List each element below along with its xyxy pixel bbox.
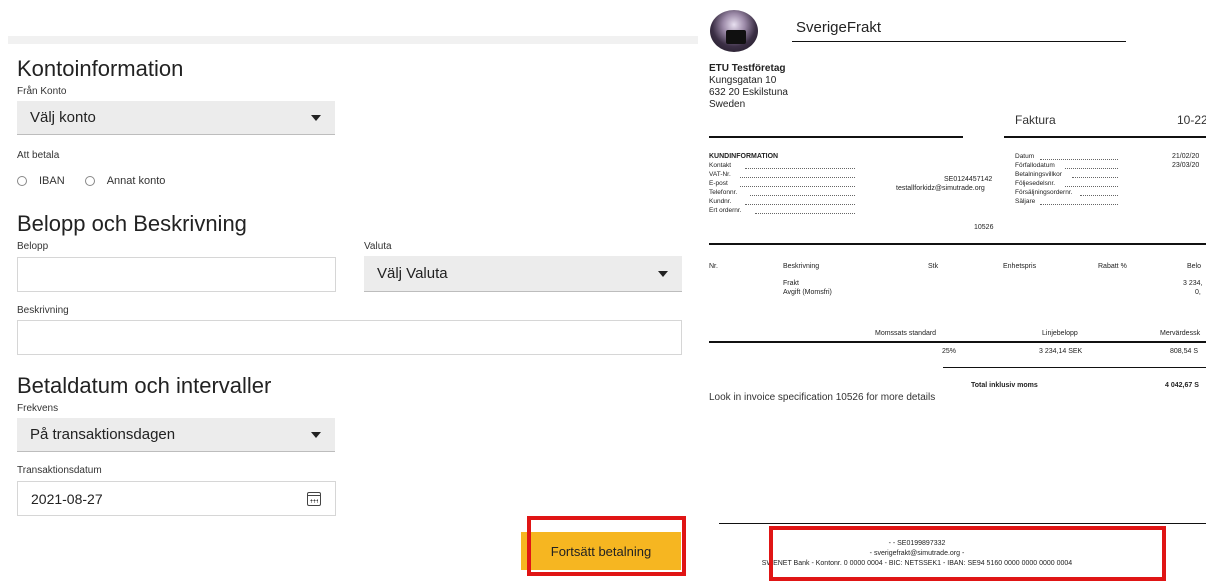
date-section-title: Betaldatum och intervaller [17, 373, 272, 398]
header-rule [792, 41, 1126, 42]
account-section-title: Kontoinformation [17, 56, 184, 81]
description-label: Beskrivning [17, 305, 69, 316]
radio-iban-label[interactable]: IBAN [39, 175, 65, 187]
vat-rate-value: 25% [942, 348, 957, 355]
line-header-description: Beskrivning [783, 263, 820, 270]
form-top-bar [8, 36, 698, 44]
transaction-date-label: Transaktionsdatum [17, 465, 102, 476]
recipient-name: ETU Testföretag [709, 63, 786, 74]
customer-vat-value: SE0124457142 [944, 176, 993, 183]
radio-other-account[interactable] [84, 176, 95, 186]
vat-amount-value: 808,54 S [1170, 348, 1199, 355]
line-1-amount: 3 234, [1183, 280, 1203, 287]
currency-label: Valuta [364, 241, 392, 252]
line-header-nr: Nr. [709, 263, 718, 270]
customer-label-order-no: Ert ordernr. [709, 207, 742, 214]
invoice-label-sales-order: Försäljningsordernr. [1015, 189, 1073, 196]
highlight-box-footer [769, 526, 1166, 581]
recipient-city: 632 20 Eskilstuna [709, 87, 788, 98]
payment-form: Kontoinformation Från Konto Välj konto A… [0, 0, 700, 581]
rule-info-end [709, 243, 1206, 245]
chevron-down-icon [658, 270, 668, 277]
invoice-document: SverigeFrakt ETU Testföretag Kungsgatan … [700, 0, 1206, 581]
calendar-icon[interactable] [307, 491, 321, 506]
customer-label-phone: Telefonnr. [709, 189, 738, 196]
frequency-label: Frekvens [17, 403, 59, 414]
rule-left [709, 136, 963, 138]
customer-email-value: testallforkidz@simutrade.org [896, 185, 985, 192]
recipient-street: Kungsgatan 10 [709, 75, 777, 86]
transaction-date-value: 2021-08-27 [31, 490, 103, 507]
recipient-country: Sweden [709, 99, 746, 110]
customer-label-vat: VAT-Nr. [709, 171, 731, 178]
customer-label-customer-no: Kundnr. [709, 198, 732, 205]
company-logo [710, 10, 758, 52]
from-account-label: Från Konto [17, 86, 67, 97]
highlight-box-button [527, 516, 686, 576]
chevron-down-icon [311, 431, 321, 438]
radio-other-account-label[interactable]: Annat konto [107, 175, 166, 187]
line-header-unit-price: Enhetspris [1003, 263, 1037, 270]
frequency-select[interactable]: På transaktionsdagen [17, 418, 335, 452]
footer-rule [719, 523, 1206, 524]
vat-header-line-amount: Linjebelopp [1042, 330, 1078, 337]
from-account-select[interactable]: Välj konto [17, 101, 335, 135]
line-2-amount: 0, [1195, 289, 1201, 296]
transaction-date-input[interactable]: 2021-08-27 [17, 481, 336, 516]
payment-type-radio-group: IBAN Annat konto [17, 175, 185, 187]
vat-header-rate: Momssats standard [875, 330, 937, 337]
total-value: 4 042,67 S [1165, 382, 1199, 389]
frequency-value: På transaktionsdagen [30, 426, 176, 443]
invoice-label-terms: Betalningsvillkor [1015, 171, 1062, 178]
customer-info-heading: KUNDINFORMATION [709, 153, 779, 160]
doc-type: Faktura [1015, 113, 1056, 127]
chevron-down-icon [311, 114, 321, 121]
vat-line-amount-value: 3 234,14 SEK [1039, 348, 1083, 355]
total-label: Total inklusiv moms [971, 382, 1038, 389]
rule-vat [709, 341, 1206, 343]
to-pay-label: Att betala [17, 150, 60, 161]
line-1-description: Frakt [783, 280, 799, 287]
invoice-label-due: Förfallodatum [1015, 162, 1055, 169]
customer-order-value: 10526 [974, 224, 994, 231]
vat-header-vat: Mervärdessk [1160, 330, 1201, 337]
rule-vat-end [943, 367, 1206, 368]
invoice-date-value: 21/02/20 [1172, 153, 1200, 160]
doc-number: 10-22 [1177, 113, 1206, 127]
invoice-label-seller: Säljare [1015, 198, 1036, 205]
line-header-discount: Rabatt % [1098, 263, 1127, 270]
company-name: SverigeFrakt [796, 19, 882, 36]
currency-value: Välj Valuta [377, 265, 448, 282]
invoice-label-date: Datum [1015, 153, 1035, 160]
amount-label: Belopp [17, 241, 49, 252]
invoice-due-value: 23/03/20 [1172, 162, 1200, 169]
line-header-amount: Belo [1187, 263, 1202, 270]
invoice-label-delivery-note: Följesedelsnr. [1015, 180, 1056, 187]
rule-right [1004, 136, 1206, 138]
radio-iban[interactable] [17, 176, 27, 186]
description-input[interactable] [17, 320, 682, 355]
from-account-value: Välj konto [30, 109, 96, 126]
line-2-description: Avgift (Momsfri) [783, 289, 832, 296]
customer-label-contact: Kontakt [709, 162, 732, 169]
amount-section-title: Belopp och Beskrivning [17, 211, 247, 236]
invoice-note: Look in invoice specification 10526 for … [709, 392, 936, 403]
currency-select[interactable]: Välj Valuta [364, 256, 682, 292]
line-header-qty: Stk [928, 263, 939, 270]
amount-input[interactable] [17, 257, 336, 292]
customer-label-email: E-post [709, 180, 728, 187]
